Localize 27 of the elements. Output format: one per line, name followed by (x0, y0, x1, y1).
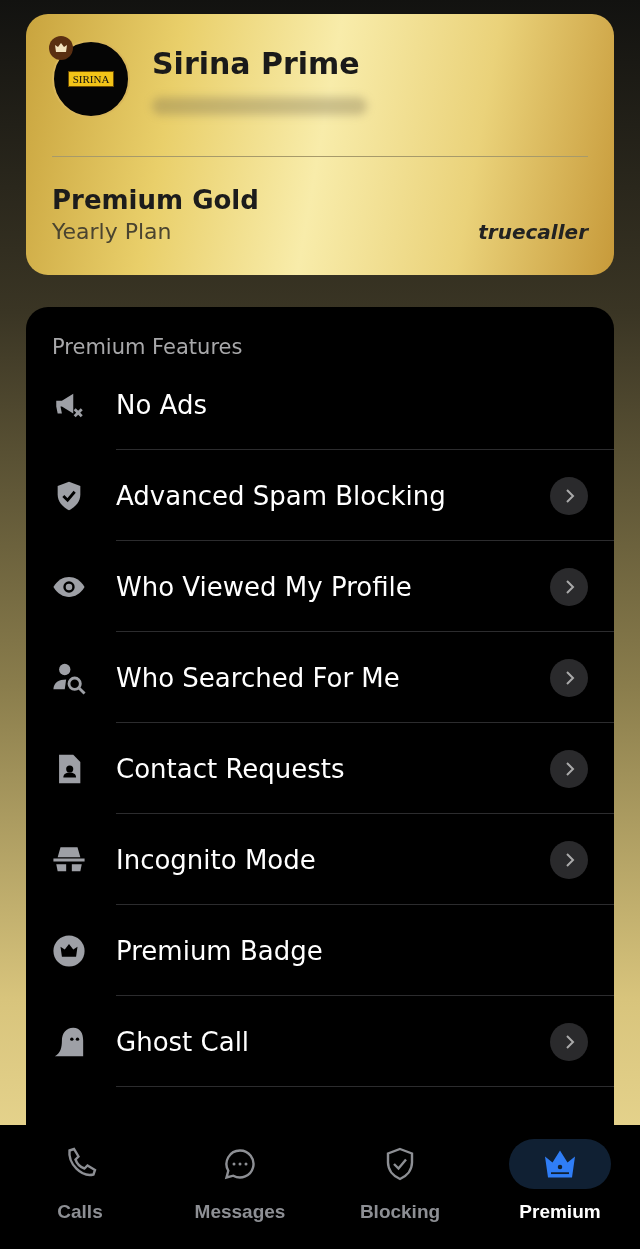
account-name: Sirina Prime (152, 46, 361, 81)
feature-label[interactable]: Ghost Call (116, 1026, 550, 1057)
nav-tab[interactable]: Premium (480, 1125, 640, 1249)
chevron-icon[interactable] (550, 658, 588, 697)
avatar-logo: SIRINA (67, 71, 115, 87)
nav-tab[interactable]: Blocking (320, 1125, 480, 1249)
plan-name: Premium Gold (52, 185, 259, 215)
nav-tab[interactable]: Messages (160, 1125, 320, 1249)
crown-badge-icon (52, 933, 86, 968)
feature-label[interactable]: Premium Badge (116, 935, 614, 966)
feature-label[interactable]: Advanced Spam Blocking (116, 480, 550, 511)
crown-badge-icon (49, 36, 73, 60)
feature-label[interactable]: No Ads (116, 389, 614, 420)
section-title: Premium Features (52, 335, 244, 359)
feature-label[interactable]: Incognito Mode (116, 844, 550, 875)
feature-label[interactable]: Contact Requests (116, 753, 550, 784)
plan-period: Yearly Plan (52, 219, 173, 244)
chevron-icon[interactable] (550, 1022, 588, 1061)
brand-logo: truecaller (478, 220, 588, 244)
chevron-icon[interactable] (550, 840, 588, 879)
chevron-icon[interactable] (550, 567, 588, 606)
chat-icon (222, 1146, 258, 1182)
feature-label[interactable]: Who Searched For Me (116, 662, 550, 693)
chevron-icon[interactable] (550, 476, 588, 515)
nav-tab[interactable]: Calls (0, 1125, 160, 1249)
chevron-icon[interactable] (550, 749, 588, 788)
feature-label[interactable]: Who Viewed My Profile (116, 571, 550, 602)
